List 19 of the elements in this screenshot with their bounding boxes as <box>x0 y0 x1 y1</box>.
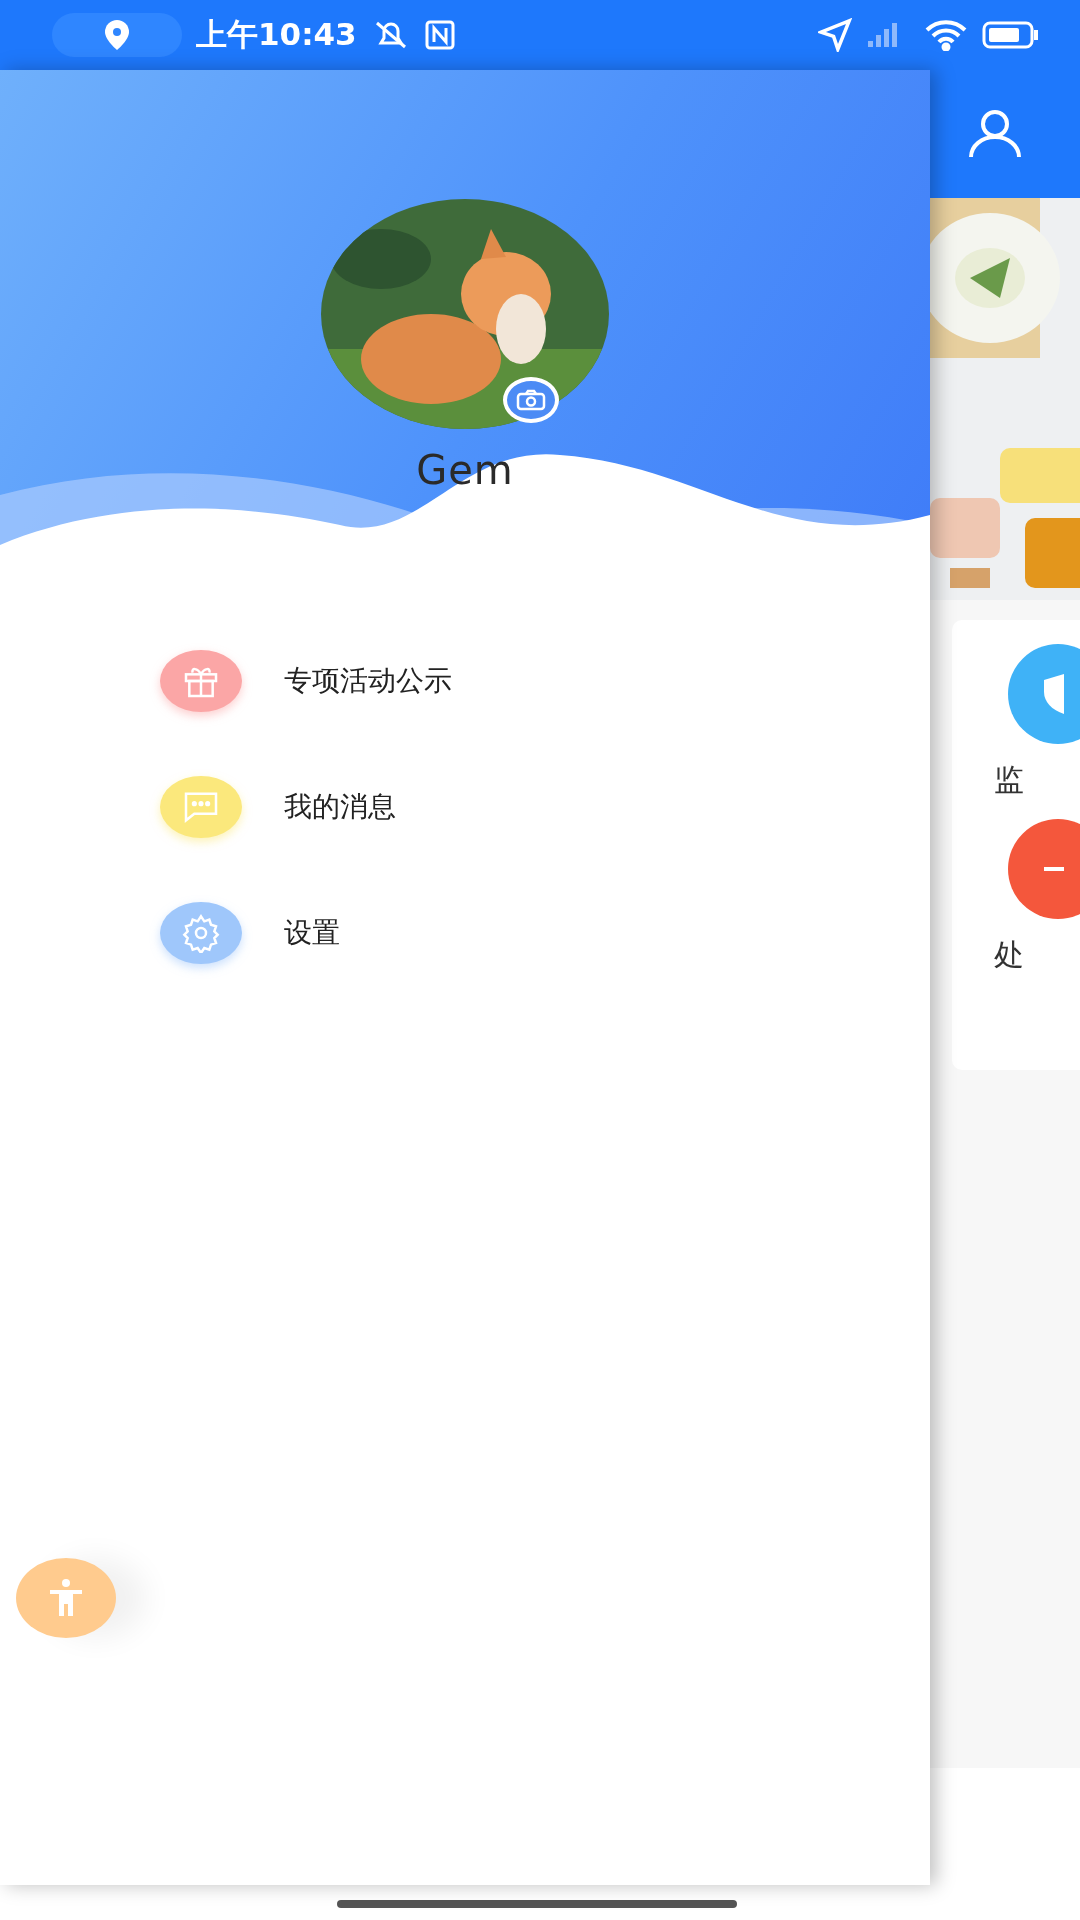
location-pin-icon <box>105 20 129 50</box>
service-label: 监 <box>994 761 1024 799</box>
menu-item[interactable]: 我的消息 <box>160 766 930 848</box>
service-label: 处 <box>994 936 1024 974</box>
menu-item[interactable]: 专项活动公示 <box>160 640 930 722</box>
service-button[interactable] <box>1008 644 1080 744</box>
camera-icon <box>516 389 546 411</box>
nfc-icon <box>424 20 455 50</box>
service-button[interactable] <box>1008 819 1080 919</box>
minus-icon <box>1044 864 1064 874</box>
settings-icon <box>181 913 221 953</box>
navigation-arrow-icon <box>818 18 852 52</box>
menu-item[interactable]: 设置 <box>160 892 930 974</box>
accessibility-icon <box>48 1578 84 1618</box>
wifi-icon <box>924 19 968 51</box>
battery-icon <box>982 21 1040 49</box>
status-time: 上午10:43 <box>196 15 357 54</box>
shield-icon <box>1044 674 1064 714</box>
user-icon[interactable] <box>968 109 1022 159</box>
